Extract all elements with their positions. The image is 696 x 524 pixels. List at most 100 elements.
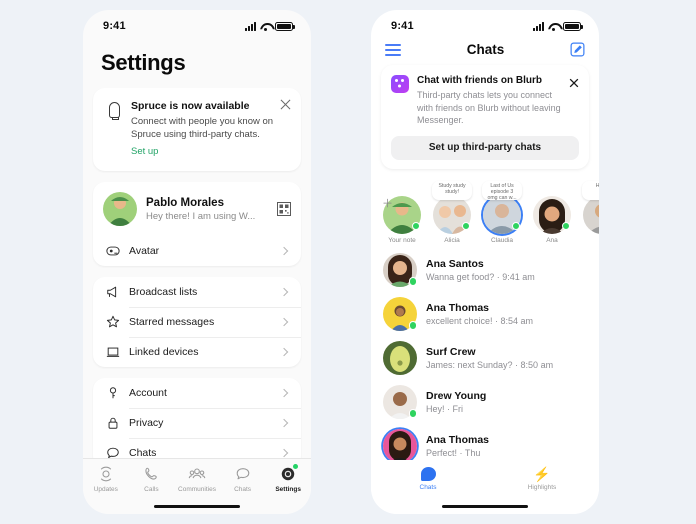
status-icons xyxy=(533,21,583,31)
chat-meta: Ana Thomas Perfect! · Thu xyxy=(417,434,587,458)
tab-communities[interactable]: Communities xyxy=(174,465,220,493)
qr-code-icon[interactable] xyxy=(277,202,291,216)
list-item[interactable]: Ana Thomas excellent choice! · 8:54 am xyxy=(371,292,599,336)
chat-snippet: Perfect! · Thu xyxy=(426,447,481,458)
tab-label: Chats xyxy=(234,486,252,493)
story-ana[interactable]: Ana xyxy=(531,181,573,244)
sidebar-item-linked-devices[interactable]: Linked devices xyxy=(93,337,301,367)
home-indicator xyxy=(442,504,528,508)
chat-meta: Ana Santos Wanna get food? · 9:41 am xyxy=(417,258,587,282)
cellular-signal-icon xyxy=(245,21,256,31)
tab-calls[interactable]: Calls xyxy=(129,465,175,493)
phone-left-settings: 9:41 Settings Spruce is now available Co… xyxy=(83,10,311,514)
story-note-bubble: Study study study! xyxy=(432,180,472,200)
close-icon[interactable] xyxy=(569,75,579,88)
profile-name: Pablo Morales xyxy=(146,196,224,209)
key-icon xyxy=(103,386,123,400)
sidebar-item-account[interactable]: Account xyxy=(93,378,301,408)
chat-snippet: Hey! · Fri xyxy=(426,403,463,414)
lock-icon xyxy=(103,416,123,430)
chat-snippet: excellent choice! · 8:54 am xyxy=(426,315,534,326)
hamburger-menu-icon[interactable] xyxy=(385,43,401,56)
tab-updates[interactable]: Updates xyxy=(83,465,129,493)
sidebar-item-label: Starred messages xyxy=(129,316,215,328)
chat-name: Ana Thomas xyxy=(426,433,490,446)
story-label: Claudia xyxy=(490,236,514,244)
chevron-right-icon xyxy=(279,246,289,256)
screenshot-canvas: 9:41 Settings Spruce is now available Co… xyxy=(0,0,696,524)
online-indicator xyxy=(562,221,570,230)
avatar-wrap xyxy=(383,428,417,463)
online-indicator xyxy=(412,221,420,230)
online-indicator xyxy=(512,221,520,230)
avatar-wrap xyxy=(383,252,417,287)
blurb-app-icon xyxy=(391,75,409,93)
lightbulb-icon xyxy=(103,100,125,159)
blurb-description: Third-party chats lets you connect with … xyxy=(417,90,561,125)
story-your-note[interactable]: ＋ Your note xyxy=(381,181,423,244)
story-note-bubble: Hang xyxy=(582,180,599,200)
blurb-title: Chat with friends on Blurb xyxy=(417,75,542,86)
wifi-icon xyxy=(548,22,559,31)
page-title: Chats xyxy=(466,42,505,57)
chevron-right-icon xyxy=(279,448,289,458)
online-indicator xyxy=(408,277,417,286)
status-time: 9:41 xyxy=(103,20,126,32)
sidebar-item-label: Broadcast lists xyxy=(129,286,198,298)
avatar xyxy=(383,340,417,375)
story-br[interactable]: Hang Br xyxy=(581,180,599,244)
profile-status: Hey there! I am using W... xyxy=(146,210,256,222)
page-title: Settings xyxy=(101,50,186,75)
list-item[interactable]: Surf Crew James: next Sunday? · 8:50 am xyxy=(371,336,599,380)
tab-settings[interactable]: Settings xyxy=(265,464,311,493)
sidebar-item-broadcast-lists[interactable]: Broadcast lists xyxy=(93,277,301,307)
tab-label: Settings xyxy=(275,486,301,493)
sidebar-item-starred-messages[interactable]: Starred messages xyxy=(93,307,301,337)
story-note-bubble xyxy=(532,181,572,200)
tab-label: Calls xyxy=(144,486,159,493)
tab-chats[interactable]: Chats xyxy=(371,467,485,491)
close-icon[interactable] xyxy=(280,99,291,110)
sidebar-item-privacy[interactable]: Privacy xyxy=(93,408,301,438)
chat-meta: Drew Young Hey! · Fri xyxy=(417,390,587,414)
promo-description: Connect with people you know on Spruce u… xyxy=(131,116,274,140)
chevron-right-icon xyxy=(279,347,289,357)
sidebar-item-avatar[interactable]: Avatar xyxy=(93,236,301,266)
avatar xyxy=(583,195,599,234)
story-note-bubble: Last of Us episode 3 omg can w... xyxy=(482,180,522,200)
add-story-icon[interactable]: ＋ xyxy=(382,198,393,210)
chevron-right-icon xyxy=(279,418,289,428)
sidebar-item-label: Privacy xyxy=(129,417,164,429)
chats-icon xyxy=(235,465,251,483)
story-label: Ana xyxy=(546,236,558,244)
chat-snippet: James: next Sunday? · 8:50 am xyxy=(426,359,554,370)
tab-chats[interactable]: Chats xyxy=(220,465,266,493)
list-item[interactable]: Ana Santos Wanna get food? · 9:41 am xyxy=(371,248,599,292)
home-indicator xyxy=(154,504,240,508)
promo-setup-link[interactable]: Set up xyxy=(131,146,158,157)
chats-bubble-icon xyxy=(420,467,436,481)
tab-highlights[interactable]: ⚡ Highlights xyxy=(485,467,599,491)
avatar xyxy=(103,192,137,226)
story-alicia[interactable]: Study study study! Alicia xyxy=(431,180,473,244)
compose-icon[interactable] xyxy=(570,42,585,57)
profile-meta: Pablo Morales Hey there! I am using W... xyxy=(137,197,291,222)
spruce-promo-card[interactable]: Spruce is now available Connect with peo… xyxy=(93,88,301,171)
status-time: 9:41 xyxy=(391,20,414,32)
avatar-wrap xyxy=(383,340,417,375)
chevron-right-icon xyxy=(279,388,289,398)
story-note-bubble xyxy=(382,181,422,200)
avatar-wrap xyxy=(383,384,417,419)
chat-snippet: Wanna get food? · 9:41 am xyxy=(426,271,535,282)
blurb-top: Chat with friends on Blurb Third-party c… xyxy=(391,75,579,127)
battery-full-icon xyxy=(275,21,295,31)
setup-third-party-chats-button[interactable]: Set up third-party chats xyxy=(391,135,579,160)
chat-list: Ana Santos Wanna get food? · 9:41 am Ana… xyxy=(371,248,599,468)
battery-full-icon xyxy=(563,21,583,31)
stories-row[interactable]: ＋ Your note Study study study! Alicia La… xyxy=(371,177,599,248)
chat-meta: Surf Crew James: next Sunday? · 8:50 am xyxy=(417,346,587,370)
tab-label: Communities xyxy=(178,486,216,493)
list-item[interactable]: Drew Young Hey! · Fri xyxy=(371,380,599,424)
profile-row[interactable]: Pablo Morales Hey there! I am using W... xyxy=(93,182,301,236)
story-claudia[interactable]: Last of Us episode 3 omg can w... Claudi… xyxy=(481,180,523,244)
